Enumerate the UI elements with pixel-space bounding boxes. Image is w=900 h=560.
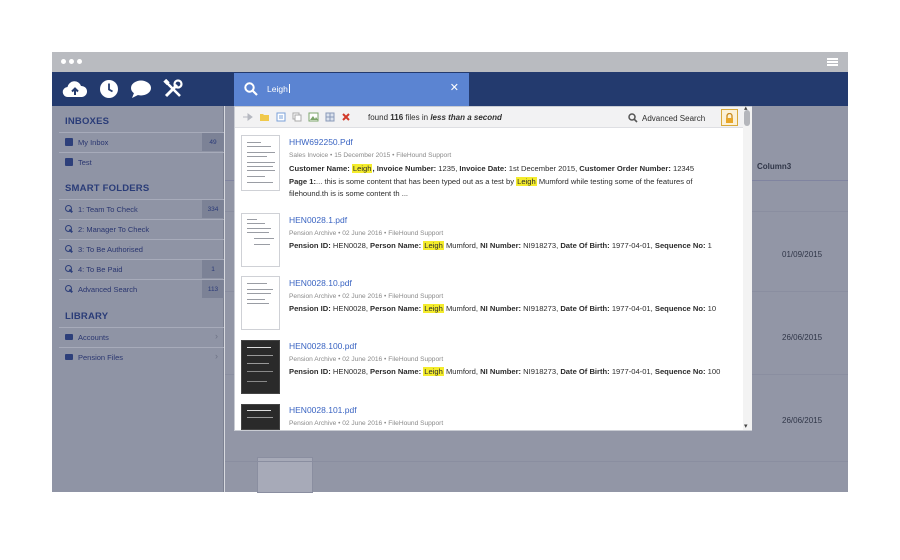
pin-icon[interactable] bbox=[242, 112, 253, 122]
result-snippet: Pension ID: HEN0028, Person Name: Leigh … bbox=[289, 367, 721, 376]
document-thumbnail[interactable] bbox=[241, 404, 280, 430]
sidebar-item-label: 2: Manager To Check bbox=[78, 224, 150, 234]
search-bar[interactable]: Leigh ✕ bbox=[234, 73, 469, 106]
lock-icon bbox=[726, 112, 733, 123]
result-title-link[interactable]: HEN0028.101.pdf bbox=[289, 405, 357, 415]
count-badge: 49 bbox=[202, 133, 224, 151]
clock-icon[interactable] bbox=[99, 79, 119, 99]
folder-icon[interactable] bbox=[259, 112, 270, 122]
chevron-right-icon: › bbox=[215, 351, 218, 361]
column-header-column3[interactable]: Column3 bbox=[757, 162, 791, 171]
results-count: found 116 files in less than a second bbox=[368, 113, 502, 122]
grid-icon[interactable] bbox=[325, 112, 335, 122]
sidebar-item-to-be-authorised[interactable]: 3: To Be Authorised bbox=[59, 239, 224, 258]
results-toolbar: found 116 files in less than a second Ad… bbox=[235, 107, 743, 128]
result-title-link[interactable]: HEN0028.1.pdf bbox=[289, 215, 347, 225]
divider bbox=[225, 461, 848, 462]
result-meta: Pension Archive • 02 June 2016 • FileHou… bbox=[289, 356, 444, 363]
result-snippet: Page 1:... this is some content that has… bbox=[289, 177, 693, 186]
count-badge: 113 bbox=[202, 280, 224, 298]
sidebar-item-pension-files[interactable]: Pension Files › bbox=[59, 347, 224, 366]
result-meta: Sales Invoice • 15 December 2015 • FileH… bbox=[289, 152, 452, 159]
sidebar-item-my-inbox[interactable]: My Inbox 49 bbox=[59, 132, 224, 151]
sidebar-item-test[interactable]: Test bbox=[59, 152, 224, 171]
inbox-icon bbox=[65, 158, 73, 166]
menu-icon[interactable] bbox=[827, 58, 838, 66]
scrollbar[interactable]: ▴ ▾ bbox=[743, 105, 752, 430]
sidebar-item-label: Pension Files bbox=[78, 352, 124, 362]
key-icon bbox=[65, 205, 73, 213]
search-input[interactable]: Leigh bbox=[267, 84, 290, 94]
sidebar-item-to-be-paid[interactable]: 4: To Be Paid 1 bbox=[59, 259, 224, 278]
folder-icon bbox=[65, 354, 73, 360]
copy-icon[interactable] bbox=[292, 112, 302, 122]
result-snippet: Pension ID: HEN0028, Person Name: Leigh … bbox=[289, 304, 717, 313]
document-thumbnail[interactable] bbox=[241, 135, 280, 191]
table-cell-date: 26/06/2015 bbox=[782, 416, 823, 425]
sidebar-item-label: Test bbox=[78, 157, 92, 167]
sidebar-item-label: 1: Team To Check bbox=[78, 204, 138, 214]
search-results-panel: found 116 files in less than a second Ad… bbox=[234, 105, 752, 431]
scrollbar-thumb[interactable] bbox=[744, 110, 750, 126]
sidebar-item-team-to-check[interactable]: 1: Team To Check 334 bbox=[59, 199, 224, 218]
image-icon[interactable] bbox=[308, 112, 319, 122]
result-snippet: Customer Name: Leigh, Invoice Number: 12… bbox=[289, 164, 695, 173]
result-snippet: Pension ID: HEN0028, Person Name: Leigh … bbox=[289, 241, 712, 250]
document-thumbnail[interactable] bbox=[241, 340, 280, 394]
result-title-link[interactable]: HHW692250.Pdf bbox=[289, 137, 353, 147]
window-controls[interactable] bbox=[61, 59, 82, 64]
sidebar-item-label: 4: To Be Paid bbox=[78, 264, 123, 274]
key-icon bbox=[65, 265, 73, 273]
table-cell-date: 26/06/2015 bbox=[782, 333, 823, 342]
sidebar: INBOXES My Inbox 49 Test SMART FOLDERS 1… bbox=[52, 106, 224, 492]
sidebar-item-label: My Inbox bbox=[78, 137, 109, 147]
scroll-down-icon[interactable]: ▾ bbox=[744, 422, 748, 430]
library-heading: LIBRARY bbox=[65, 311, 109, 322]
sidebar-item-accounts[interactable]: Accounts › bbox=[59, 327, 224, 346]
sidebar-item-label: 3: To Be Authorised bbox=[78, 244, 143, 254]
sidebar-item-label: Advanced Search bbox=[78, 284, 138, 294]
result-title-link[interactable]: HEN0028.100.pdf bbox=[289, 341, 357, 351]
document-thumbnail[interactable] bbox=[241, 213, 280, 267]
magnifier-settings-icon bbox=[628, 113, 638, 123]
document-thumbnail[interactable] bbox=[241, 276, 280, 330]
document-icon[interactable] bbox=[276, 112, 286, 122]
document-thumbnail[interactable] bbox=[257, 457, 313, 493]
count-badge: 1 bbox=[202, 260, 224, 278]
key-icon bbox=[65, 225, 73, 233]
result-title-link[interactable]: HEN0028.10.pdf bbox=[289, 278, 352, 288]
folder-icon bbox=[65, 334, 73, 340]
key-icon bbox=[65, 245, 73, 253]
tools-icon[interactable] bbox=[163, 79, 183, 99]
advanced-search-link[interactable]: Advanced Search bbox=[628, 113, 705, 123]
delete-icon[interactable] bbox=[341, 112, 351, 122]
result-meta: Pension Archive • 02 June 2016 • FileHou… bbox=[289, 230, 444, 237]
close-icon[interactable]: ✕ bbox=[450, 81, 459, 94]
table-cell-date: 01/09/2015 bbox=[782, 250, 823, 259]
key-icon bbox=[65, 285, 73, 293]
count-badge: 334 bbox=[202, 200, 224, 218]
sidebar-item-manager-to-check[interactable]: 2: Manager To Check bbox=[59, 219, 224, 238]
chat-bubble-icon[interactable] bbox=[130, 79, 152, 99]
result-snippet: filehound.th is is some content th ... bbox=[289, 189, 409, 198]
chevron-right-icon: › bbox=[215, 331, 218, 341]
search-icon bbox=[244, 82, 258, 96]
result-meta: Pension Archive • 02 June 2016 • FileHou… bbox=[289, 293, 444, 300]
cloud-upload-icon[interactable] bbox=[62, 80, 88, 98]
lock-button[interactable] bbox=[721, 109, 738, 126]
result-meta: Pension Archive • 02 June 2016 • FileHou… bbox=[289, 420, 444, 427]
sidebar-item-label: Accounts bbox=[78, 332, 109, 342]
inboxes-heading: INBOXES bbox=[65, 116, 110, 127]
inbox-icon bbox=[65, 138, 73, 146]
sidebar-item-advanced-search[interactable]: Advanced Search 113 bbox=[59, 279, 224, 298]
smart-folders-heading: SMART FOLDERS bbox=[65, 183, 150, 194]
window-titlebar bbox=[52, 52, 848, 72]
